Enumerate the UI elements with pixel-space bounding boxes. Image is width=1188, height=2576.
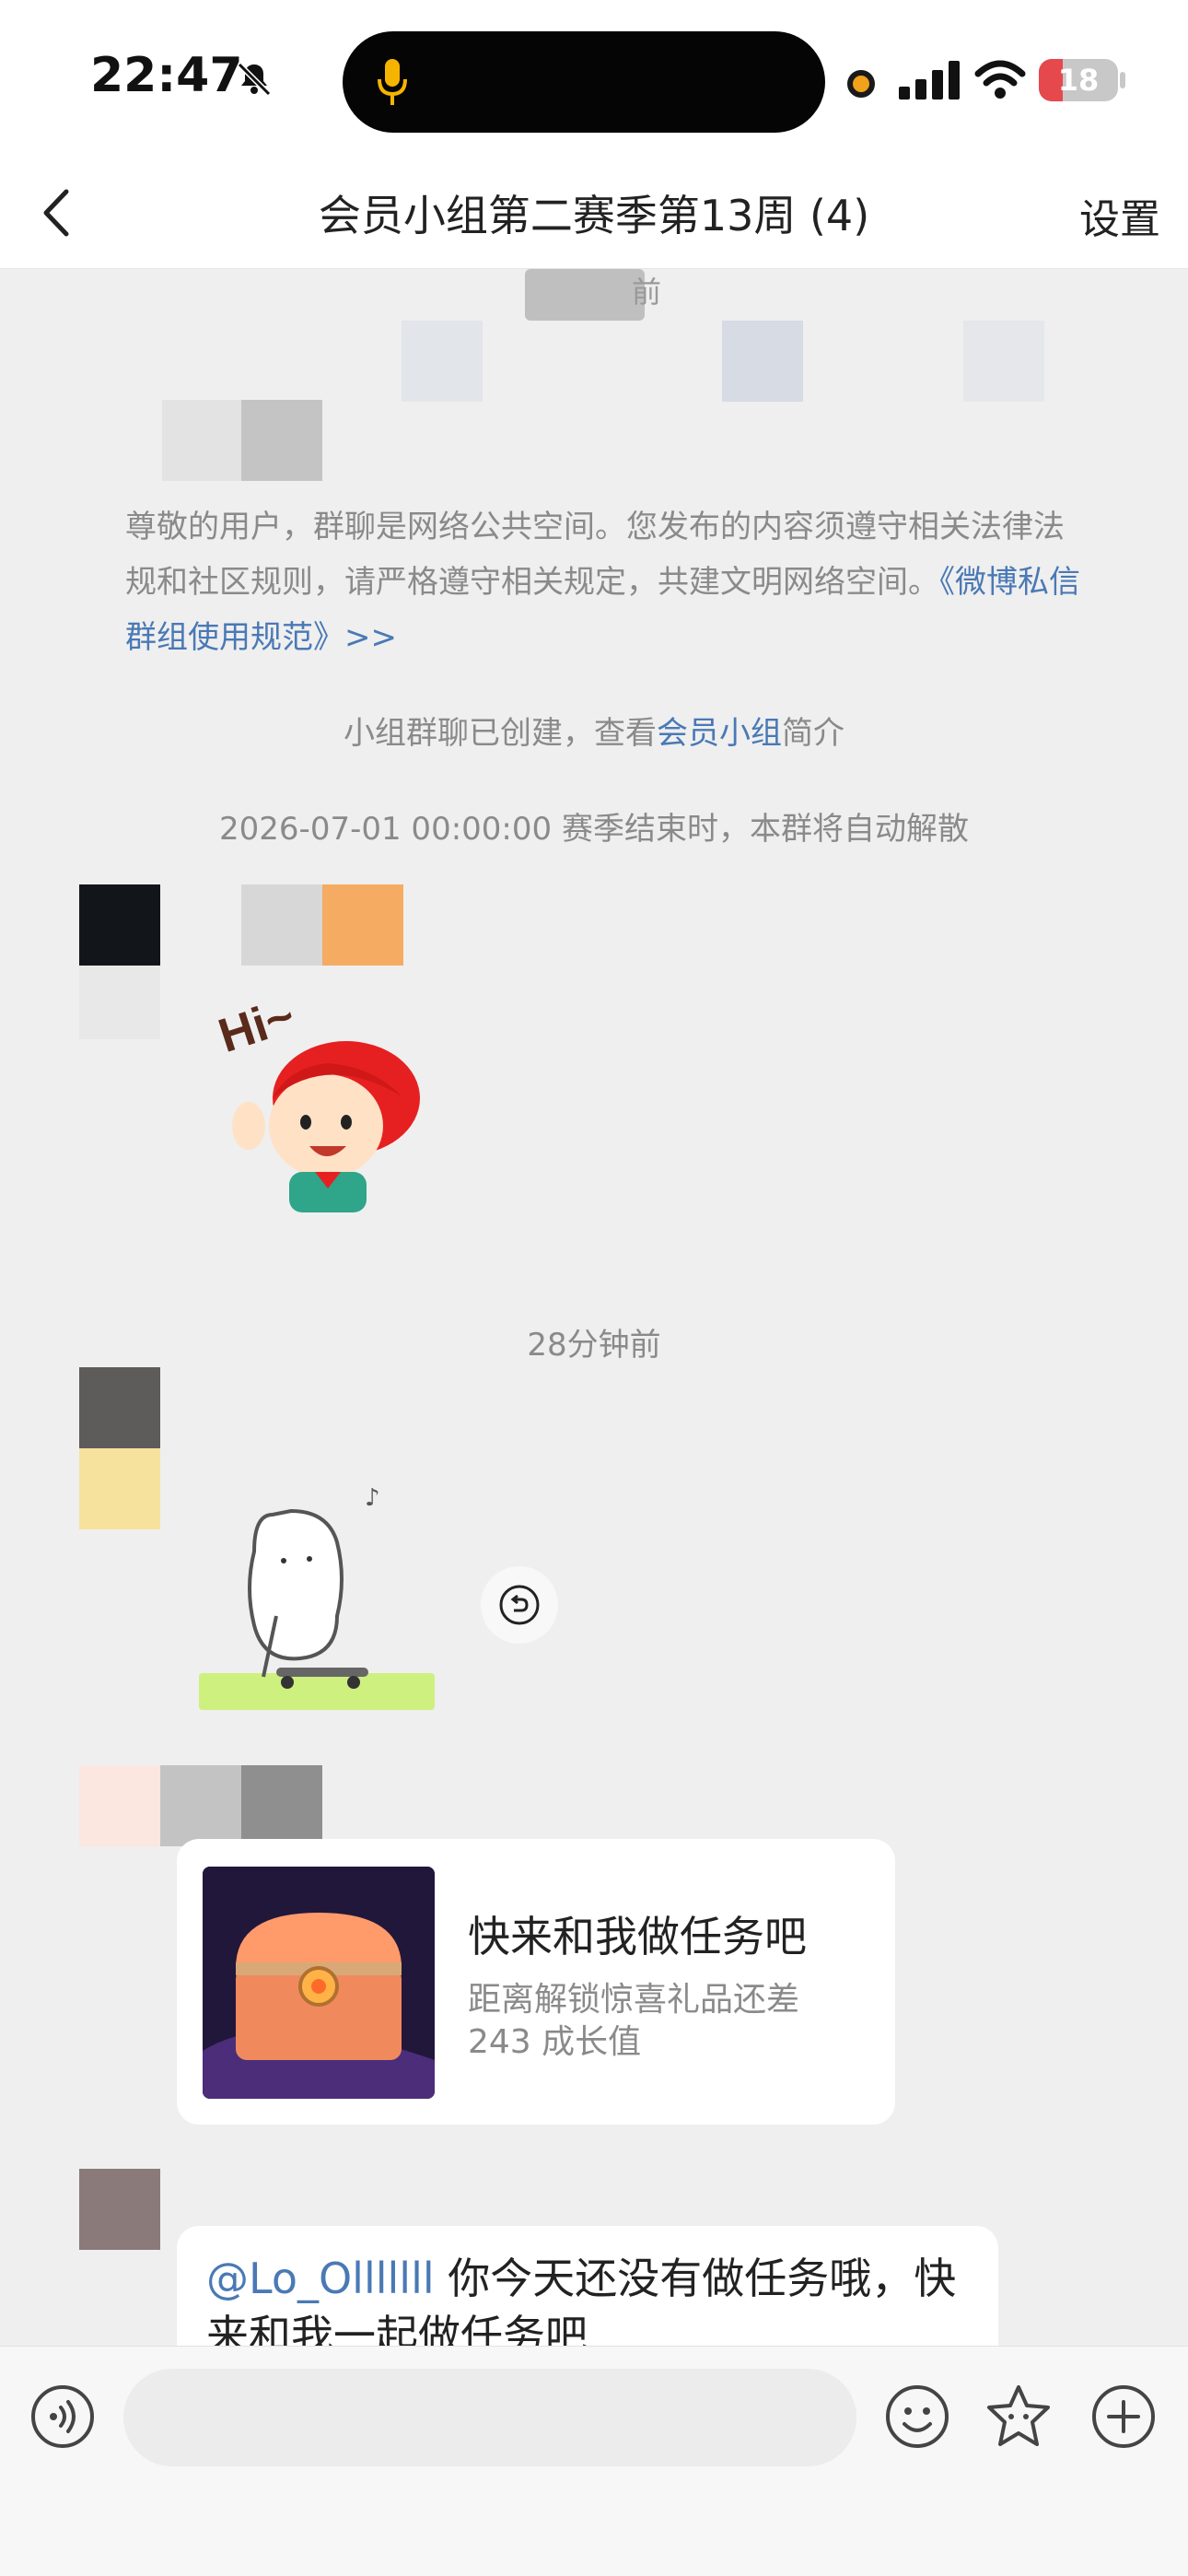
sticker-hi-text: Hi~ xyxy=(217,989,301,1063)
system-notice: 尊敬的用户，群聊是网络公共空间。您发布的内容须遵守相关法律法规和社区规则，请严格… xyxy=(125,499,1083,665)
input-bar xyxy=(0,2346,1188,2576)
blurred-avatar xyxy=(162,400,243,481)
signal-icon xyxy=(899,61,960,100)
avatar[interactable] xyxy=(79,1765,160,1846)
recording-dot-icon xyxy=(847,70,875,98)
group-created-line: 小组群聊已创建，查看会员小组简介 xyxy=(0,708,1188,753)
settings-button[interactable]: 设置 xyxy=(1079,186,1160,245)
avatar-blur-lower xyxy=(79,1448,160,1529)
task-card-desc: 距离解锁惊喜礼品还差 243 成长值 xyxy=(468,1981,800,2061)
svg-text:♪: ♪ xyxy=(365,1484,380,1512)
treasure-chest-icon xyxy=(203,1867,435,2099)
bell-muted-icon xyxy=(237,62,272,97)
hi-sticker[interactable]: Hi~ xyxy=(217,988,429,1218)
voice-icon[interactable] xyxy=(29,2383,96,2450)
sender-name-blur xyxy=(241,1765,322,1846)
status-time: 22:47 xyxy=(90,48,243,103)
avatar[interactable] xyxy=(79,2169,160,2250)
sender-name-blur xyxy=(322,884,403,966)
battery-icon: 18 xyxy=(1039,59,1118,101)
message-input[interactable] xyxy=(123,2369,856,2466)
scooter-sticker[interactable]: ♪ xyxy=(199,1478,437,1727)
dynamic-island xyxy=(343,31,825,133)
wifi-icon xyxy=(974,60,1026,99)
group-intro-link[interactable]: 会员小组 xyxy=(657,715,782,752)
battery-tip xyxy=(1120,72,1125,88)
plus-icon[interactable] xyxy=(1090,2383,1157,2450)
avatar[interactable] xyxy=(79,884,160,966)
group-created-prefix: 小组群聊已创建，查看 xyxy=(344,715,657,752)
page-title: 会员小组第二赛季第13周 (4) xyxy=(318,191,870,240)
chat-area[interactable]: 前 尊敬的用户，群聊是网络公共空间。您发布的内容须遵守相关法律法规和社区规则，请… xyxy=(0,269,1188,2346)
sticker-icon[interactable] xyxy=(984,2382,1054,2452)
season-end-notice: 2026-07-01 00:00:00 赛季结束时，本群将自动解散 xyxy=(219,811,969,848)
nav-bar: 会员小组第二赛季第13周 (4) 设置 xyxy=(0,157,1188,269)
mic-icon xyxy=(378,59,407,105)
sender-name-blur xyxy=(241,884,322,966)
replay-icon[interactable] xyxy=(481,1566,558,1644)
blurred-avatar xyxy=(722,321,803,402)
notice-text: 尊敬的用户，群聊是网络公共空间。您发布的内容须遵守相关法律法规和社区规则，请严格… xyxy=(125,509,1065,601)
blurred-avatar xyxy=(241,400,322,481)
top-time-suffix: 前 xyxy=(632,275,662,310)
task-card[interactable]: 快来和我做任务吧 距离解锁惊喜礼品还差 243 成长值 xyxy=(177,1839,895,2125)
avatar[interactable] xyxy=(79,1367,160,1448)
sender-name-blur xyxy=(160,1765,241,1846)
task-card-title: 快来和我做任务吧 xyxy=(468,1912,807,1961)
emoji-icon[interactable] xyxy=(884,2383,950,2450)
message-bubble[interactable]: @Lo_Olllllll 你今天还没有做任务哦，快来和我一起做任务吧 xyxy=(177,2226,998,2346)
status-bar: 22:47 18 xyxy=(0,0,1188,157)
blurred-avatar xyxy=(402,321,483,402)
mention-link[interactable]: @Lo_Olllllll xyxy=(206,2254,435,2303)
blurred-time xyxy=(525,269,645,321)
battery-level: 18 xyxy=(1057,63,1100,98)
timestamp: 28分钟前 xyxy=(527,1327,661,1364)
avatar-blur-lower xyxy=(79,966,160,1039)
group-created-suffix: 简介 xyxy=(782,715,844,752)
blurred-avatar xyxy=(963,321,1044,402)
